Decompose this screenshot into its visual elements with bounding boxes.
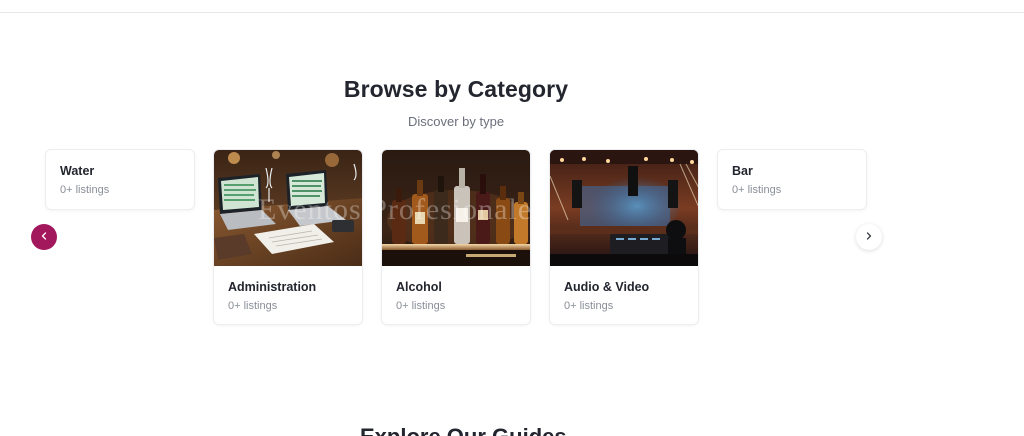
- category-image-alcohol: [382, 150, 530, 266]
- carousel-next-button[interactable]: [856, 224, 882, 250]
- carousel-prev-button[interactable]: [31, 224, 57, 250]
- category-card-bar[interactable]: Bar 0+ listings: [717, 149, 867, 210]
- category-image-administration: [214, 150, 362, 266]
- category-name: Water: [60, 164, 95, 178]
- category-image-audio-video: [550, 150, 698, 266]
- category-count: 0+ listings: [228, 300, 278, 312]
- category-name: Bar: [732, 164, 753, 178]
- page: Browse by Category Discover by type Wate…: [0, 0, 1024, 436]
- category-card-administration[interactable]: Administration 0+ listings: [213, 149, 363, 325]
- category-name: Alcohol: [396, 280, 442, 294]
- chevron-left-icon: [39, 228, 49, 246]
- category-card-water[interactable]: Water 0+ listings: [45, 149, 195, 210]
- category-card-alcohol[interactable]: Alcohol 0+ listings: [381, 149, 531, 325]
- chevron-right-icon: [864, 228, 874, 246]
- category-carousel: Water 0+ listings Administration 0+ list…: [0, 0, 1024, 436]
- category-count: 0+ listings: [732, 184, 782, 196]
- category-card-audio-video[interactable]: Audio & Video 0+ listings: [549, 149, 699, 325]
- category-count: 0+ listings: [396, 300, 446, 312]
- category-count: 0+ listings: [564, 300, 614, 312]
- category-name: Administration: [228, 280, 317, 294]
- next-section-title: Explore Our Guides: [360, 424, 567, 436]
- category-count: 0+ listings: [60, 184, 110, 196]
- category-name: Audio & Video: [564, 280, 650, 294]
